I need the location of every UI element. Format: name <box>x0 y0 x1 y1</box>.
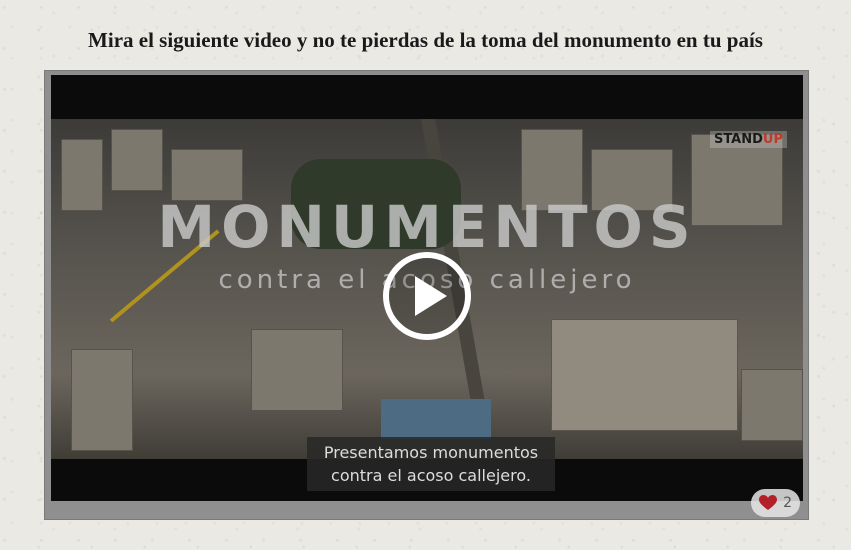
video-title-main: MONUMENTOS <box>157 193 697 261</box>
like-button[interactable]: 2 <box>751 489 800 517</box>
video-player[interactable]: STANDUP MONUMENTOS contra el acoso calle… <box>51 75 803 501</box>
page-headline: Mira el siguiente video y no te pierdas … <box>88 28 763 52</box>
play-button[interactable] <box>383 252 471 340</box>
video-caption: Presentamos monumentos contra el acoso c… <box>307 437 555 491</box>
caption-line-1: Presentamos monumentos <box>323 443 539 462</box>
video-embed: STANDUP MONUMENTOS contra el acoso calle… <box>44 70 809 520</box>
play-icon <box>415 276 447 316</box>
caption-line-2: contra el acoso callejero. <box>331 466 531 485</box>
heart-icon <box>759 495 778 510</box>
stand-up-logo: STANDUP <box>709 131 787 148</box>
like-count: 2 <box>783 495 792 511</box>
